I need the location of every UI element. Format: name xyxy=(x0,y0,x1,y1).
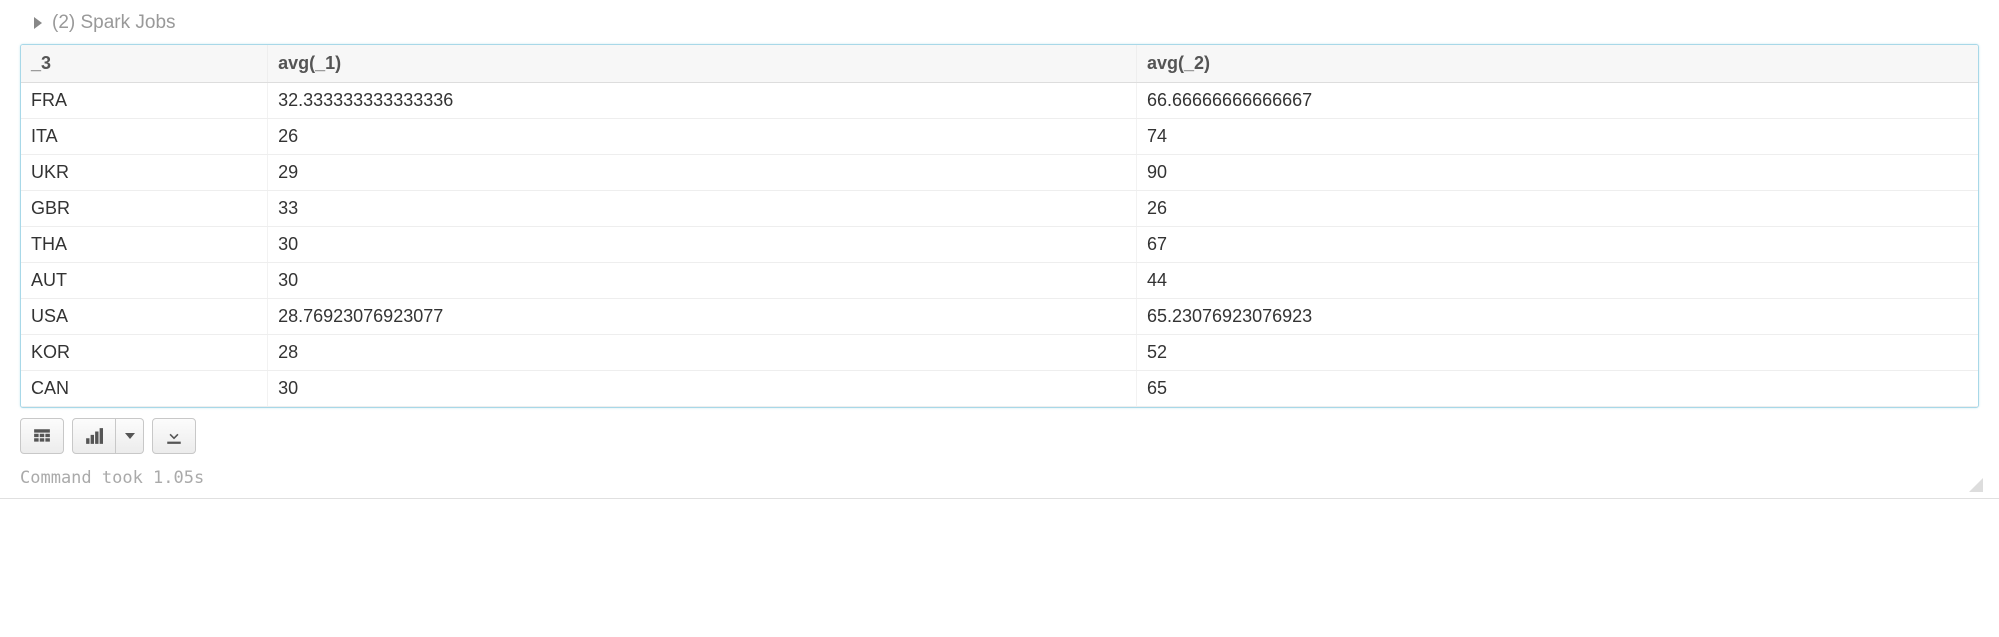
table-cell: 33 xyxy=(268,191,1137,227)
table-view-button[interactable] xyxy=(20,418,64,454)
results-table: _3 avg(_1) avg(_2) FRA 32.33333333333333… xyxy=(21,45,1978,407)
table-cell: 44 xyxy=(1136,263,1978,299)
table-cell: 74 xyxy=(1136,119,1978,155)
table-cell: 30 xyxy=(268,371,1137,407)
table-cell: 26 xyxy=(268,119,1137,155)
table-row: UKR 29 90 xyxy=(21,155,1978,191)
table-cell: USA xyxy=(21,299,268,335)
column-header[interactable]: _3 xyxy=(21,45,268,83)
table-header-row: _3 avg(_1) avg(_2) xyxy=(21,45,1978,83)
table-cell: 28.76923076923077 xyxy=(268,299,1137,335)
table-row: KOR 28 52 xyxy=(21,335,1978,371)
caret-down-icon xyxy=(125,433,135,439)
table-cell: 28 xyxy=(268,335,1137,371)
chart-button-group xyxy=(72,418,144,454)
chart-view-button[interactable] xyxy=(72,418,116,454)
table-row: FRA 32.333333333333336 66.66666666666667 xyxy=(21,83,1978,119)
spark-jobs-label: (2) Spark Jobs xyxy=(52,12,176,34)
table-cell: 52 xyxy=(1136,335,1978,371)
table-row: CAN 30 65 xyxy=(21,371,1978,407)
table-cell: 65.23076923076923 xyxy=(1136,299,1978,335)
table-cell: UKR xyxy=(21,155,268,191)
display-toolbar xyxy=(20,418,1979,454)
table-cell: KOR xyxy=(21,335,268,371)
table-cell: 29 xyxy=(268,155,1137,191)
status-row: Command took 1.05s xyxy=(20,468,1979,488)
download-icon xyxy=(165,427,183,445)
chart-options-dropdown[interactable] xyxy=(116,418,144,454)
table-cell: 26 xyxy=(1136,191,1978,227)
table-row: GBR 33 26 xyxy=(21,191,1978,227)
table-icon xyxy=(33,427,51,445)
spark-jobs-toggle[interactable]: (2) Spark Jobs xyxy=(20,12,1979,34)
column-header[interactable]: avg(_1) xyxy=(268,45,1137,83)
table-row: AUT 30 44 xyxy=(21,263,1978,299)
table-cell: THA xyxy=(21,227,268,263)
table-cell: GBR xyxy=(21,191,268,227)
command-status: Command took 1.05s xyxy=(20,468,204,488)
bar-chart-icon xyxy=(85,427,103,445)
resize-handle[interactable] xyxy=(1969,478,1983,492)
table-cell: ITA xyxy=(21,119,268,155)
table-row: THA 30 67 xyxy=(21,227,1978,263)
table-cell: 30 xyxy=(268,227,1137,263)
table-cell: 30 xyxy=(268,263,1137,299)
table-cell: 65 xyxy=(1136,371,1978,407)
table-cell: 32.333333333333336 xyxy=(268,83,1137,119)
table-cell: AUT xyxy=(21,263,268,299)
table-cell: CAN xyxy=(21,371,268,407)
table-row: USA 28.76923076923077 65.23076923076923 xyxy=(21,299,1978,335)
table-cell: 66.66666666666667 xyxy=(1136,83,1978,119)
table-row: ITA 26 74 xyxy=(21,119,1978,155)
results-table-frame: _3 avg(_1) avg(_2) FRA 32.33333333333333… xyxy=(20,44,1979,408)
table-cell: 67 xyxy=(1136,227,1978,263)
caret-right-icon xyxy=(34,17,42,29)
column-header[interactable]: avg(_2) xyxy=(1136,45,1978,83)
table-cell: FRA xyxy=(21,83,268,119)
table-cell: 90 xyxy=(1136,155,1978,191)
output-cell: (2) Spark Jobs _3 avg(_1) avg(_2) FRA 32… xyxy=(0,12,1999,499)
download-button[interactable] xyxy=(152,418,196,454)
